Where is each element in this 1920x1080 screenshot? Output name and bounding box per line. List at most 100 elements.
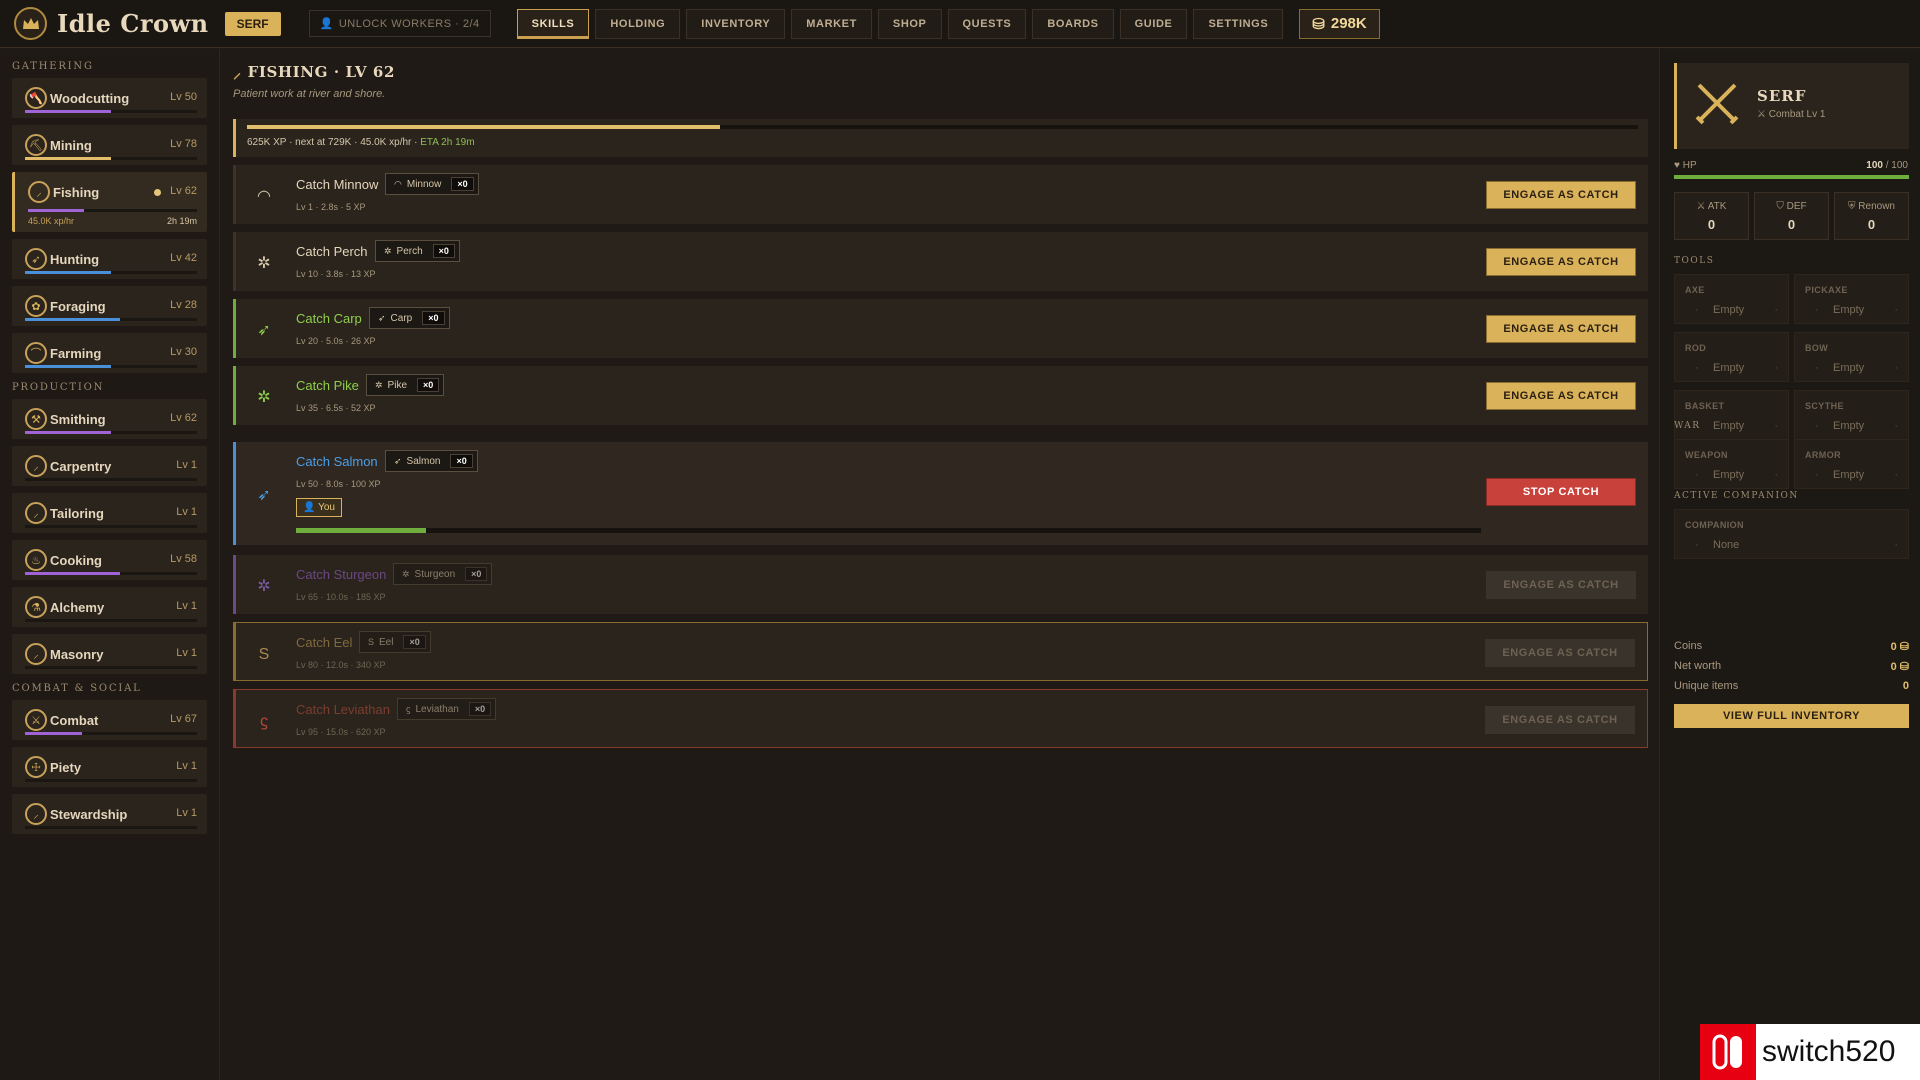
skill-name: Hunting bbox=[50, 252, 100, 267]
sidebar-item-woodcutting[interactable]: 🪓 Woodcutting Lv 50 bbox=[12, 78, 207, 118]
item-name: Leviathan bbox=[415, 703, 459, 715]
logo[interactable]: Idle Crown bbox=[14, 7, 209, 40]
minnow-fish-icon: ◠ bbox=[257, 188, 271, 205]
skill-level: Lv 62 bbox=[170, 412, 197, 424]
rank-badge: SERF bbox=[224, 11, 281, 36]
slot-value: Empty bbox=[1833, 469, 1865, 481]
item-icon: ✲ bbox=[375, 379, 383, 390]
stewardship-icon: ⸝ bbox=[25, 803, 47, 825]
networth-label: Net worth bbox=[1674, 660, 1722, 672]
action-row-perch: ✲ Catch Perch ✲ Perch ×0 Lv 10 · 3.8s · 13 XP… bbox=[233, 232, 1648, 291]
sidebar-item-hunting[interactable]: ➶ Hunting Lv 42 bbox=[12, 239, 207, 279]
slot-dot: · bbox=[1894, 469, 1898, 481]
tool-slot-rod[interactable]: ROD · Empty · bbox=[1674, 332, 1789, 382]
view-inventory-button[interactable]: VIEW FULL INVENTORY bbox=[1674, 704, 1909, 728]
sidebar-item-mining[interactable]: ⛏ Mining Lv 78 bbox=[12, 125, 207, 165]
slot-value: Empty bbox=[1713, 362, 1745, 374]
person-icon: 👤 bbox=[319, 18, 334, 30]
tool-slot-pickaxe[interactable]: PICKAXE · Empty · bbox=[1794, 274, 1909, 324]
sidebar-item-alchemy[interactable]: ⚗ Alchemy Lv 1 bbox=[12, 587, 207, 627]
skill-name: Farming bbox=[50, 346, 102, 361]
companion-slot-card[interactable]: COMPANION · None · bbox=[1674, 509, 1909, 559]
coins-value: 298K bbox=[1330, 15, 1367, 32]
stat-label: ⛉ DEF bbox=[1776, 201, 1807, 212]
tab-skills[interactable]: SKILLS bbox=[516, 8, 590, 39]
action-row-salmon: ➶ Catch Salmon ➶ Salmon ×0 Lv 50 · 8.0s · 100… bbox=[233, 442, 1648, 545]
top-bar: Idle Crown SERF 👤 UNLOCK WORKERS · 2/4 S… bbox=[0, 0, 1920, 48]
skill-name: Foraging bbox=[50, 299, 106, 314]
action-name: Catch Pike bbox=[296, 378, 359, 393]
engage-catch-button[interactable]: ENGAGE AS CATCH bbox=[1485, 639, 1635, 667]
tab-settings[interactable]: SETTINGS bbox=[1193, 8, 1284, 39]
tab-quests[interactable]: QUESTS bbox=[947, 8, 1027, 39]
sidebar-item-fishing[interactable]: ⸝ Fishing Lv 62 45.0K xp/hr 2h 19m bbox=[12, 172, 207, 232]
slot-dot: · bbox=[1774, 469, 1778, 481]
sidebar-item-masonry[interactable]: ⸝ Masonry Lv 1 bbox=[12, 634, 207, 674]
engage-catch-button[interactable]: ENGAGE AS CATCH bbox=[1486, 315, 1636, 343]
sidebar-item-foraging[interactable]: ✿ Foraging Lv 28 bbox=[12, 286, 207, 326]
networth-row: Net worth 0 ⛁ bbox=[1674, 660, 1909, 676]
skill-progress-bar bbox=[25, 619, 197, 622]
slot-dot: · bbox=[1894, 420, 1898, 432]
tool-slot-axe[interactable]: AXE · Empty · bbox=[1674, 274, 1789, 324]
coins-display[interactable]: ⛁ 298K bbox=[1299, 8, 1380, 39]
tailoring-icon: ⸝ bbox=[25, 502, 47, 524]
skill-level: Lv 1 bbox=[176, 807, 197, 819]
fishing-rod-icon: ⸝ bbox=[233, 63, 242, 82]
skill-progress-fill bbox=[25, 271, 111, 274]
tab-shop[interactable]: SHOP bbox=[877, 8, 942, 39]
stat-value: 0 bbox=[1867, 217, 1876, 232]
engage-catch-button[interactable]: ENGAGE AS CATCH bbox=[1486, 382, 1636, 410]
skill-level: Lv 42 bbox=[170, 252, 197, 264]
combat-list: ⚔ Combat Lv 67 ☩ Piety Lv 1 ⸝ Stewardship Lv 1 bbox=[0, 700, 219, 834]
stat-label: ⛨ Renown bbox=[1848, 201, 1895, 212]
skill-progress-fill bbox=[25, 431, 111, 434]
sidebar-item-farming[interactable]: ⌒ Farming Lv 30 bbox=[12, 333, 207, 373]
action-meta: Lv 35 · 6.5s · 52 XP bbox=[296, 403, 376, 413]
sidebar-item-tailoring[interactable]: ⸝ Tailoring Lv 1 bbox=[12, 493, 207, 533]
action-name: Catch Carp bbox=[296, 311, 362, 326]
war-slot-weapon[interactable]: WEAPON · Empty · bbox=[1674, 439, 1789, 489]
tab-inventory[interactable]: INVENTORY bbox=[686, 8, 786, 39]
unlock-workers-button[interactable]: 👤 UNLOCK WORKERS · 2/4 bbox=[308, 10, 491, 37]
war-slot-armor[interactable]: ARMOR · Empty · bbox=[1794, 439, 1909, 489]
woodcutting-icon: 🪓 bbox=[25, 87, 47, 109]
engage-catch-button[interactable]: ENGAGE AS CATCH bbox=[1485, 706, 1635, 734]
stat-label: ⚔ ATK bbox=[1696, 201, 1727, 212]
stop-catch-button[interactable]: STOP CATCH bbox=[1486, 478, 1636, 506]
tab-guide[interactable]: GUIDE bbox=[1119, 8, 1188, 39]
tool-slot-bow[interactable]: BOW · Empty · bbox=[1794, 332, 1909, 382]
tool-slot-scythe[interactable]: SCYTHE · Empty · bbox=[1794, 390, 1909, 440]
skill-progress-fill bbox=[25, 732, 82, 735]
cooking-icon: ♨ bbox=[25, 549, 47, 571]
slot-dot: · bbox=[1815, 362, 1819, 374]
item-count: ×0 bbox=[417, 378, 440, 392]
hp-max: / 100 bbox=[1882, 160, 1908, 171]
stat-value: 0 bbox=[1707, 217, 1716, 232]
sidebar-item-stewardship[interactable]: ⸝ Stewardship Lv 1 bbox=[12, 794, 207, 834]
xp-text: 625K XP · next at 729K · 45.0K xp/hr · E… bbox=[247, 137, 475, 148]
sidebar-item-carpentry[interactable]: ⸝ Carpentry Lv 1 bbox=[12, 446, 207, 486]
sidebar-item-cooking[interactable]: ♨ Cooking Lv 58 bbox=[12, 540, 207, 580]
slot-value: None bbox=[1713, 539, 1740, 551]
tab-boards[interactable]: BOARDS bbox=[1032, 8, 1114, 39]
item-count: ×0 bbox=[450, 454, 473, 468]
action-row-sturgeon: ✲ Catch Sturgeon ✲ Sturgeon ×0 Lv 65 · 10.0s … bbox=[233, 555, 1648, 614]
tool-slot-basket[interactable]: BASKET · Empty · bbox=[1674, 390, 1789, 440]
engage-catch-button[interactable]: ENGAGE AS CATCH bbox=[1486, 248, 1636, 276]
sidebar-item-smithing[interactable]: ⚒ Smithing Lv 62 bbox=[12, 399, 207, 439]
skill-level: Lv 1 bbox=[176, 459, 197, 471]
sidebar-item-combat[interactable]: ⚔ Combat Lv 67 bbox=[12, 700, 207, 740]
tab-holding[interactable]: HOLDING bbox=[595, 8, 681, 39]
unlock-workers-label: UNLOCK WORKERS · 2/4 bbox=[338, 17, 480, 30]
engage-catch-button[interactable]: ENGAGE AS CATCH bbox=[1486, 571, 1636, 599]
engage-catch-button[interactable]: ENGAGE AS CATCH bbox=[1486, 181, 1636, 209]
hp-bar bbox=[1674, 175, 1909, 179]
companion-header: ACTIVE COMPANION bbox=[1674, 491, 1799, 501]
tab-market[interactable]: MARKET bbox=[791, 8, 872, 39]
worker-badge: 👤 You bbox=[296, 498, 342, 517]
skill-subtitle: Patient work at river and shore. bbox=[233, 88, 386, 100]
sidebar-item-piety[interactable]: ☩ Piety Lv 1 bbox=[12, 747, 207, 787]
slot-type: BOW bbox=[1805, 343, 1829, 353]
item-icon: S bbox=[368, 637, 375, 647]
